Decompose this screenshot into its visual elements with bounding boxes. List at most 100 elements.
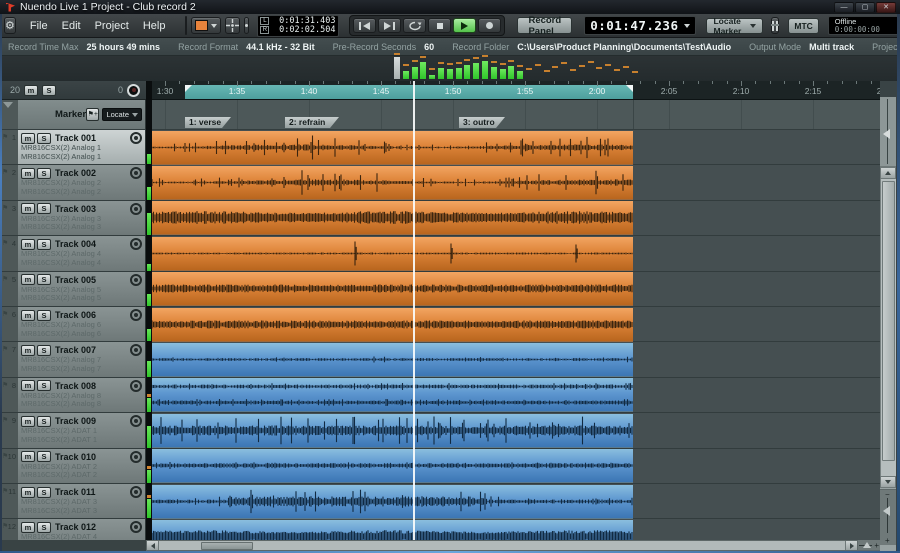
track-record-enable-button[interactable] — [130, 415, 142, 427]
scroll-left-button[interactable] — [147, 541, 159, 550]
marker-flag[interactable]: 3: outro — [459, 117, 505, 128]
track-solo-button[interactable]: S — [37, 416, 51, 427]
object-selection-tool[interactable] — [186, 17, 187, 34]
zoom-thumb[interactable] — [883, 506, 890, 516]
track-solo-button[interactable]: S — [37, 451, 51, 462]
track-header[interactable]: mSTrack 002MR816CSX(2) Analog 2MR816CSX(… — [18, 165, 146, 200]
record-panel-button[interactable]: Record Panel — [517, 17, 572, 34]
audio-clip[interactable] — [152, 485, 633, 519]
track-solo-button[interactable]: S — [37, 345, 51, 356]
track-lane[interactable] — [152, 201, 880, 236]
track-lane[interactable] — [152, 342, 880, 377]
menu-file[interactable]: File — [24, 18, 54, 34]
audio-clip[interactable] — [152, 237, 633, 271]
track-solo-button[interactable]: S — [37, 380, 51, 391]
audio-clip[interactable] — [152, 520, 633, 540]
zoom-thumb[interactable] — [863, 542, 871, 548]
track-solo-button[interactable]: S — [37, 239, 51, 250]
track-lane[interactable] — [152, 272, 880, 307]
track-header[interactable]: mSTrack 007MR816CSX(2) Analog 7MR816CSX(… — [18, 342, 146, 377]
audio-clip[interactable] — [152, 166, 633, 200]
track-header[interactable]: mSTrack 008MR816CSX(2) Analog 8MR816CSX(… — [18, 378, 146, 413]
audio-clip[interactable] — [152, 131, 633, 165]
info-value[interactable]: 25 hours 49 mins — [87, 42, 161, 52]
marker-lane[interactable]: 1: verse2: refrain3: outro — [152, 100, 880, 130]
scrub-tool-button[interactable] — [225, 17, 240, 34]
info-value[interactable]: C:\Users\Product Planning\Documents\Test… — [517, 42, 731, 52]
track-lane[interactable] — [152, 165, 880, 200]
track-mute-button[interactable]: m — [21, 451, 35, 462]
track-record-enable-button[interactable] — [130, 309, 142, 321]
track-record-enable-button[interactable] — [130, 380, 142, 392]
menu-help[interactable]: Help — [137, 18, 172, 34]
stop-button[interactable] — [428, 18, 451, 33]
track-mute-button[interactable]: m — [21, 416, 35, 427]
track-mute-button[interactable]: m — [21, 522, 35, 533]
horizontal-scroll-thumb[interactable] — [201, 542, 253, 550]
locate-marker-dropdown[interactable]: Locate Marker — [706, 18, 763, 34]
zoom-thumb[interactable] — [883, 129, 890, 139]
track-header[interactable]: mSTrack 011MR816CSX(2) ADAT 3MR816CSX(2)… — [18, 484, 146, 519]
play-button[interactable] — [453, 18, 476, 33]
track-lane[interactable] — [152, 519, 880, 540]
track-mute-button[interactable]: m — [21, 345, 35, 356]
track-mute-button[interactable]: m — [21, 133, 35, 144]
locator-display[interactable]: L R 0:01:31.403 0:02:02.504 — [257, 15, 339, 37]
close-button[interactable]: ✕ — [876, 2, 896, 13]
audio-clip[interactable] — [152, 343, 633, 377]
scroll-right-button[interactable] — [845, 541, 857, 550]
audio-clip[interactable] — [152, 414, 633, 448]
track-header[interactable]: mSTrack 006MR816CSX(2) Analog 6MR816CSX(… — [18, 307, 146, 342]
track-solo-button[interactable]: S — [37, 168, 51, 179]
menu-edit[interactable]: Edit — [56, 18, 87, 34]
track-header[interactable]: mSTrack 009MR816CSX(2) ADAT 1MR816CSX(2)… — [18, 413, 146, 448]
track-lane[interactable] — [152, 484, 880, 519]
track-record-enable-button[interactable] — [130, 238, 142, 250]
track-record-enable-button[interactable] — [130, 486, 142, 498]
track-lane[interactable] — [152, 307, 880, 342]
track-solo-button[interactable]: S — [37, 274, 51, 285]
track-lane[interactable] — [152, 130, 880, 165]
primary-time-display[interactable]: 0:01:47.236 — [584, 16, 696, 35]
track-mute-button[interactable]: m — [21, 380, 35, 391]
track-mute-button[interactable]: m — [21, 168, 35, 179]
track-lane[interactable] — [152, 236, 880, 271]
snap-button[interactable] — [244, 17, 249, 34]
track-record-enable-button[interactable] — [130, 274, 142, 286]
track-record-enable-button[interactable] — [130, 132, 142, 144]
marker-flag[interactable]: 1: verse — [185, 117, 231, 128]
track-record-enable-button[interactable] — [130, 344, 142, 356]
track-record-enable-button[interactable] — [130, 167, 142, 179]
global-solo-button[interactable]: S — [42, 85, 56, 96]
track-solo-button[interactable]: S — [37, 522, 51, 533]
mtc-sync-button[interactable]: MTC — [788, 18, 818, 34]
track-record-enable-button[interactable] — [130, 203, 142, 215]
track-record-enable-button[interactable] — [130, 451, 142, 463]
audio-clip[interactable] — [152, 308, 633, 342]
audio-clip[interactable] — [152, 449, 633, 483]
marker-track-header[interactable]: Marker ⚑+ Locate — [18, 100, 146, 130]
horizontal-scrollbar[interactable] — [146, 540, 858, 551]
menu-project[interactable]: Project — [89, 18, 135, 34]
track-solo-button[interactable]: S — [37, 133, 51, 144]
track-mute-button[interactable]: m — [21, 203, 35, 214]
audio-clip[interactable] — [152, 272, 633, 306]
zoom-in-label[interactable]: + — [874, 541, 879, 550]
info-value[interactable]: Multi track — [809, 42, 854, 52]
track-header[interactable]: mSTrack 001MR816CSX(2) Analog 1MR816CSX(… — [18, 130, 146, 165]
timeline-ruler[interactable]: 1:301:351:401:451:501:552:002:052:102:15… — [152, 81, 880, 100]
cycle-button[interactable] — [403, 18, 426, 33]
zoom-in-label[interactable]: + — [885, 536, 890, 545]
track-mute-button[interactable]: m — [21, 239, 35, 250]
track-mute-button[interactable]: m — [21, 487, 35, 498]
cycle-region[interactable] — [185, 85, 633, 99]
cycle-end-handle[interactable] — [626, 85, 633, 92]
scroll-down-button[interactable] — [880, 476, 896, 488]
locate-mode-dropdown[interactable]: Locate — [102, 108, 142, 121]
track-lane[interactable] — [152, 413, 880, 448]
track-header[interactable]: mSTrack 010MR816CSX(2) ADAT 2MR816CSX(2)… — [18, 449, 146, 484]
waveform-zoom-slider[interactable] — [880, 97, 896, 167]
vertical-scroll-thumb[interactable] — [882, 181, 895, 461]
track-solo-button[interactable]: S — [37, 203, 51, 214]
go-next-marker-button[interactable] — [378, 18, 401, 33]
